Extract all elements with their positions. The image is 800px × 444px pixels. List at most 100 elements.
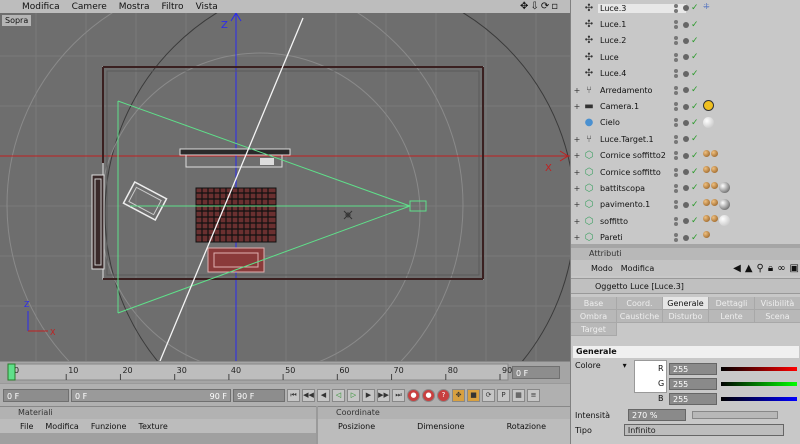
visibility-dots[interactable]: [674, 36, 678, 46]
enabled-check-icon[interactable]: ✓: [691, 233, 699, 243]
render-dot[interactable]: [683, 169, 689, 176]
intensity-slider[interactable]: [692, 411, 778, 419]
enabled-check-icon[interactable]: ✓: [691, 216, 699, 226]
search-icon[interactable]: ⚲: [757, 263, 764, 274]
tab-dettagli[interactable]: Dettagli: [709, 297, 755, 310]
r-slider[interactable]: [721, 367, 797, 371]
menu-modifica[interactable]: Modifica: [0, 2, 66, 12]
enabled-check-icon[interactable]: ✓: [691, 36, 699, 46]
target-tag-icon[interactable]: ⁜: [703, 2, 710, 11]
visibility-dots[interactable]: [674, 216, 678, 226]
object-row[interactable]: + ▬ Camera.1 ✓: [571, 98, 800, 114]
object-row[interactable]: + ⬡ Cornice soffitto ✓: [571, 164, 800, 180]
enabled-check-icon[interactable]: ✓: [691, 85, 699, 95]
material-tag-icon[interactable]: [703, 182, 710, 190]
autokey-icon[interactable]: ●: [422, 388, 435, 402]
material-tag-icon[interactable]: [703, 198, 710, 206]
object-name[interactable]: pavimento.1: [598, 200, 686, 209]
tab-coord[interactable]: Coord.: [617, 297, 663, 310]
timeline[interactable]: 0 10 20 30 40 50 60 70 80 90 0 F: [0, 361, 570, 383]
maximize-icon[interactable]: ▫: [551, 0, 558, 13]
material-tag-icon[interactable]: [703, 231, 710, 239]
tab-disturbo[interactable]: Disturbo: [663, 310, 709, 323]
next-frame-icon[interactable]: ▶: [362, 388, 375, 402]
material-tag-icon[interactable]: [711, 149, 718, 157]
object-name[interactable]: soffitto: [598, 217, 686, 226]
render-dot[interactable]: [683, 136, 689, 143]
render-dot[interactable]: [683, 5, 689, 12]
go-end-icon[interactable]: ⏭: [392, 388, 405, 402]
object-name[interactable]: Luce.Target.1: [598, 135, 686, 144]
object-name[interactable]: Camera.1: [598, 102, 686, 111]
material-tag-icon[interactable]: [703, 165, 710, 173]
render-dot[interactable]: [683, 87, 689, 94]
play-icon[interactable]: ▷: [347, 388, 360, 402]
object-name[interactable]: Luce.4: [598, 69, 686, 78]
object-row[interactable]: ✣ Luce.3 ✓ ⁜: [571, 0, 800, 16]
material-tag-icon[interactable]: [711, 182, 718, 190]
arrow-left-icon[interactable]: ◀: [733, 263, 741, 274]
g-slider[interactable]: [721, 382, 797, 386]
object-name[interactable]: Cielo: [598, 118, 686, 127]
enabled-check-icon[interactable]: ✓: [691, 102, 699, 112]
enabled-check-icon[interactable]: ✓: [691, 69, 699, 79]
enabled-check-icon[interactable]: ✓: [691, 118, 699, 128]
end-frame-field[interactable]: 90 F: [233, 388, 285, 402]
record-icon[interactable]: ●: [407, 388, 420, 402]
tab-base[interactable]: Base: [571, 297, 617, 310]
object-name[interactable]: Luce: [598, 53, 686, 62]
render-dot[interactable]: [683, 54, 689, 61]
menu-filtro[interactable]: Filtro: [156, 2, 190, 12]
visibility-dots[interactable]: [674, 69, 678, 79]
play-back-icon[interactable]: ◁: [332, 388, 345, 402]
attr-menu-modifica[interactable]: Modifica: [621, 264, 654, 273]
visibility-dots[interactable]: [674, 3, 678, 13]
object-row[interactable]: + ⬡ Cornice soffitto2 ✓: [571, 148, 800, 164]
lock-icon[interactable]: 🔒︎: [768, 263, 773, 274]
intensity-field[interactable]: 270 %: [628, 409, 686, 421]
visibility-dots[interactable]: [674, 102, 678, 112]
render-dot[interactable]: [683, 234, 689, 241]
object-name[interactable]: Cornice soffitto: [598, 168, 686, 177]
enabled-check-icon[interactable]: ✓: [691, 52, 699, 62]
visibility-dots[interactable]: [674, 52, 678, 62]
protection-tag-icon[interactable]: [703, 100, 714, 112]
material-tag-icon[interactable]: [719, 215, 730, 227]
tab-generale[interactable]: Generale: [663, 297, 709, 310]
range-slider[interactable]: 0 F 90 F: [71, 388, 231, 402]
materials-menu-modifica[interactable]: Modifica: [45, 422, 78, 431]
visibility-dots[interactable]: [674, 118, 678, 128]
expand-icon[interactable]: +: [573, 151, 581, 160]
enabled-check-icon[interactable]: ✓: [691, 134, 699, 144]
visibility-dots[interactable]: [674, 183, 678, 193]
visibility-dots[interactable]: [674, 20, 678, 30]
keyframe-icon[interactable]: ?: [437, 388, 450, 402]
visibility-dots[interactable]: [674, 233, 678, 243]
menu-mostra[interactable]: Mostra: [113, 2, 156, 12]
expand-icon[interactable]: +: [573, 184, 581, 193]
b-slider[interactable]: [721, 397, 797, 401]
tab-visibilità[interactable]: Visibilità: [755, 297, 800, 310]
rotate-icon[interactable]: ⟳: [541, 0, 549, 13]
materials-menu-funzione[interactable]: Funzione: [91, 422, 127, 431]
material-tag-icon[interactable]: [703, 215, 710, 223]
object-name[interactable]: Cornice soffitto2: [598, 151, 686, 160]
next-key-icon[interactable]: ▶▶: [377, 388, 390, 402]
tab-scena[interactable]: Scena: [755, 310, 800, 323]
go-start-icon[interactable]: ⏮: [287, 388, 300, 402]
material-tag-icon[interactable]: [711, 215, 718, 223]
g-field[interactable]: 255: [669, 378, 717, 390]
new-window-icon[interactable]: ▣: [790, 263, 799, 274]
object-name[interactable]: Luce.1: [598, 20, 686, 29]
options-icon[interactable]: ≡: [527, 388, 540, 402]
object-row[interactable]: + ⬡ pavimento.1 ✓: [571, 197, 800, 213]
object-name[interactable]: Luce.2: [598, 36, 686, 45]
tab-ombra[interactable]: Ombra: [571, 310, 617, 323]
arrow-up-icon[interactable]: ▲: [745, 263, 753, 274]
enabled-check-icon[interactable]: ✓: [691, 3, 699, 13]
move-icon[interactable]: ✥: [520, 0, 528, 13]
object-row[interactable]: ✣ Luce.1 ✓: [571, 16, 800, 32]
expand-icon[interactable]: +: [573, 135, 581, 144]
render-dot[interactable]: [683, 185, 689, 192]
object-row[interactable]: ● Cielo ✓: [571, 115, 800, 131]
